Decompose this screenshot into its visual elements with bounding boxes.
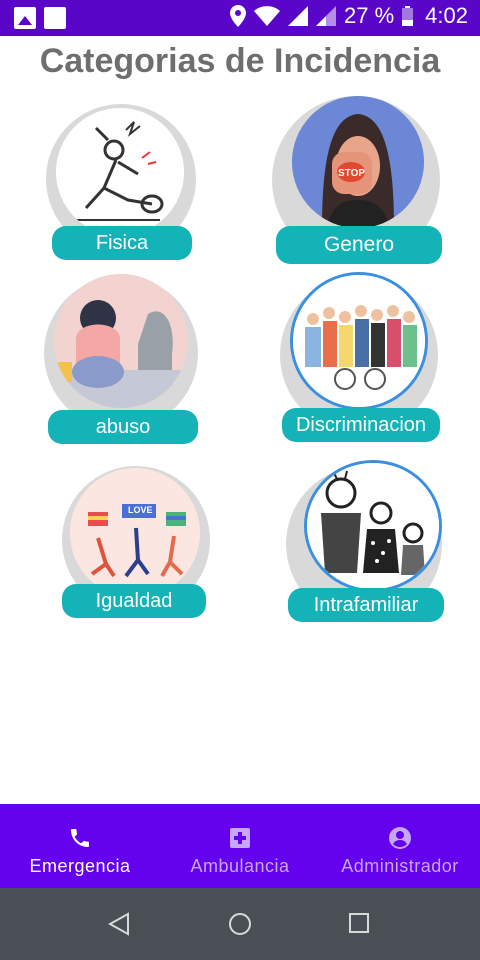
equality-illustration: LOVE: [70, 468, 200, 598]
wifi-icon: [254, 6, 281, 26]
category-label: abuso: [48, 410, 198, 444]
page-title: Categorias de Incidencia: [39, 42, 441, 80]
system-navigation-bar: [0, 888, 480, 960]
home-icon[interactable]: [228, 912, 252, 936]
nav-emergencia[interactable]: Emergencia: [0, 804, 160, 888]
discrimination-illustration: [290, 272, 428, 410]
category-label: Intrafamiliar: [288, 588, 444, 622]
medical-cross-icon: [230, 828, 250, 848]
category-card-fisica[interactable]: Fisica: [46, 104, 196, 264]
category-label: Discriminacion: [282, 408, 440, 442]
stop-sign-text: STOP: [338, 168, 366, 179]
battery-percent: 27 %: [344, 3, 395, 28]
category-card-intrafamiliar[interactable]: Intrafamiliar: [286, 458, 446, 622]
domestic-violence-illustration: [304, 460, 442, 592]
nav-label: Ambulancia: [190, 856, 290, 876]
signal-2-icon: [316, 6, 337, 26]
signal-icon: [288, 6, 309, 26]
phone-icon: [71, 829, 89, 847]
notification-icon: [44, 7, 66, 29]
nav-label: Emergencia: [29, 856, 131, 876]
gender-violence-illustration: STOP: [292, 96, 424, 228]
recents-icon[interactable]: [348, 912, 370, 934]
category-card-genero[interactable]: STOP Genero: [272, 94, 444, 266]
love-banner-text: LOVE: [128, 505, 153, 515]
battery-icon: [402, 6, 414, 26]
gallery-notification-icon: [14, 7, 36, 29]
nav-label: Administrador: [341, 856, 459, 876]
category-card-discriminacion[interactable]: Discriminacion: [280, 270, 442, 444]
bottom-navigation: Emergencia Ambulancia Administrador: [0, 804, 480, 888]
category-card-igualdad[interactable]: LOVE Igualdad: [58, 464, 210, 618]
nav-ambulancia[interactable]: Ambulancia: [160, 804, 320, 888]
category-card-abuso[interactable]: abuso: [44, 272, 200, 444]
nav-administrador[interactable]: Administrador: [320, 804, 480, 888]
clock: 4:02: [425, 3, 468, 28]
category-label: Igualdad: [62, 584, 206, 618]
status-bar: 27 % 4:02: [0, 0, 480, 36]
account-icon: [389, 827, 411, 849]
back-icon[interactable]: [108, 912, 130, 936]
abuse-illustration: [54, 274, 188, 408]
category-label: Genero: [276, 226, 442, 264]
location-icon: [230, 5, 247, 27]
physical-violence-illustration: [56, 108, 184, 236]
category-label: Fisica: [52, 226, 192, 260]
